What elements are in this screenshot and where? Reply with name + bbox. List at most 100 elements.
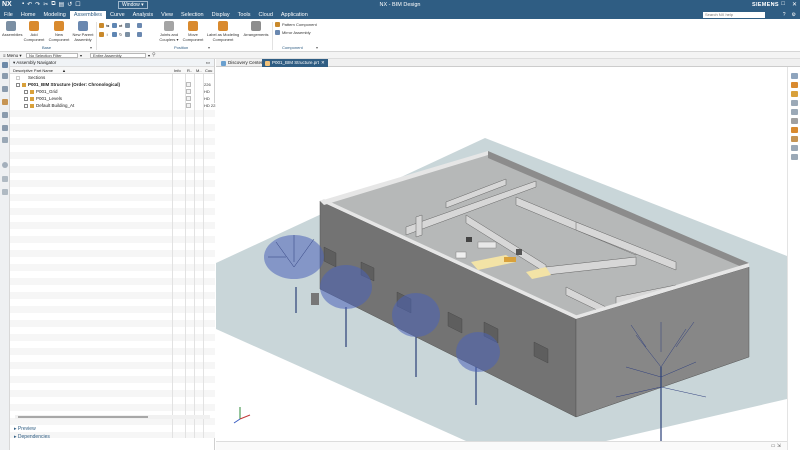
new-parent-assembly-icon: [78, 21, 88, 31]
fit-view-icon[interactable]: [791, 91, 798, 97]
show-hide-icon[interactable]: [791, 127, 798, 133]
menu-assemblies[interactable]: Assemblies: [69, 11, 106, 19]
reference-set-icon: [186, 103, 191, 108]
tab-part-label: P001_BIM Structure.prt: [272, 60, 320, 65]
help-icon[interactable]: ?: [783, 11, 786, 19]
close-icon[interactable]: ✕: [792, 1, 797, 8]
menu-file[interactable]: File: [0, 11, 17, 19]
tab-discovery-center[interactable]: Discovery Center: [218, 59, 266, 67]
clipping-icon[interactable]: [791, 109, 798, 115]
show-icon: [112, 32, 117, 37]
dependencies-panel-toggle[interactable]: ▸ Dependencies: [14, 434, 50, 440]
settings-tab-icon[interactable]: [2, 189, 8, 195]
layer-icon[interactable]: [791, 118, 798, 124]
scope-dropdown-arrow-icon[interactable]: ▾: [148, 53, 150, 58]
position-expand-icon[interactable]: ▾: [208, 45, 210, 50]
minimize-icon[interactable]: –: [771, 1, 774, 8]
list-component-button[interactable]: [137, 32, 142, 37]
ribbon-separator: [272, 22, 273, 50]
assembly-navigator-tab-icon[interactable]: [2, 62, 8, 68]
pattern-component-button[interactable]: Pattern Component: [275, 22, 317, 27]
tree-row[interactable]: Default Building_At HD 221: [10, 102, 218, 109]
tools-tab-icon[interactable]: [2, 176, 8, 182]
visibility-checkbox[interactable]: [24, 89, 28, 94]
measure-icon[interactable]: [791, 145, 798, 151]
assemblies-button[interactable]: Assemblies: [2, 21, 22, 37]
settings-icon[interactable]: ⚙: [792, 11, 796, 19]
sort-icon[interactable]: ▲: [62, 67, 66, 74]
move-component-icon: [188, 21, 198, 31]
filter-dropdown-arrow-icon[interactable]: ▾: [80, 53, 82, 58]
menu-right-icons: ? ⚙: [783, 11, 796, 19]
base-expand-icon[interactable]: ▾: [90, 45, 92, 50]
tree-row[interactable]: P001_Grid HD: [10, 88, 214, 95]
tree-row-name: P001_Levels: [36, 96, 63, 101]
mirror-assembly-button[interactable]: Mirror Assembly: [275, 30, 311, 35]
tree-row[interactable]: P001_BIM Structure (Order: Chronological…: [10, 81, 214, 88]
copy-component-button[interactable]: [125, 32, 130, 37]
menu-display[interactable]: Display: [208, 11, 234, 19]
view-triad[interactable]: [233, 407, 251, 424]
annotation-icon[interactable]: [791, 154, 798, 160]
navigator-pin-icon[interactable]: ▭: [206, 59, 210, 67]
column-count[interactable]: Cou: [205, 67, 212, 74]
menu-curve[interactable]: Curve: [106, 11, 129, 19]
joints-couplers-button[interactable]: Joints and Couplers ▾: [158, 21, 180, 42]
menu-selection[interactable]: Selection: [177, 11, 208, 19]
menu-view[interactable]: View: [157, 11, 177, 19]
snap-icon[interactable]: ⚲: [152, 52, 156, 58]
selection-filter-dropdown[interactable]: No Selection Filter: [26, 53, 78, 58]
scope-dropdown[interactable]: Entire Assembly: [90, 53, 146, 58]
maximize-icon[interactable]: □: [781, 1, 785, 8]
zoom-component-button[interactable]: [137, 23, 142, 28]
render-style-icon[interactable]: [791, 82, 798, 88]
label-modeling-component-button[interactable]: Label as Modeling Component: [206, 21, 240, 42]
reuse-library-tab-icon[interactable]: [2, 99, 8, 105]
column-info[interactable]: Info: [174, 67, 181, 74]
add-component-button[interactable]: Add Component: [22, 21, 46, 42]
view-orient-icon[interactable]: [791, 73, 798, 79]
constraint-button[interactable]: ↕: [99, 32, 108, 37]
replace-component-button[interactable]: ⇆: [99, 23, 109, 28]
show-product-button[interactable]: ↻: [112, 32, 122, 37]
column-name[interactable]: Descriptive Part Name: [13, 67, 53, 74]
constraint-navigator-tab-icon[interactable]: [2, 73, 8, 79]
tab-close-icon[interactable]: ✕: [321, 59, 325, 67]
menu-modeling[interactable]: Modeling: [40, 11, 70, 19]
move-component-button[interactable]: Move Component: [182, 21, 204, 42]
column-m[interactable]: M..: [196, 67, 202, 74]
visibility-checkbox[interactable]: [24, 96, 28, 101]
graphics-window[interactable]: [216, 67, 787, 441]
visibility-checkbox[interactable]: [24, 103, 28, 108]
arrangements-button[interactable]: Arrangements: [242, 21, 270, 37]
pattern-component-icon: [275, 22, 280, 27]
cut-component-button[interactable]: [125, 23, 130, 28]
new-component-button[interactable]: New Component: [47, 21, 71, 42]
scope-value: Entire Assembly: [93, 53, 122, 58]
wave-button[interactable]: ⇄: [112, 23, 122, 28]
menu-cloud[interactable]: Cloud: [255, 11, 277, 19]
column-r[interactable]: R..: [187, 67, 192, 74]
navigator-horizontal-scrollbar[interactable]: [15, 415, 210, 419]
menu-application[interactable]: Application: [277, 11, 312, 19]
menu-home[interactable]: Home: [17, 11, 40, 19]
menu-analysis[interactable]: Analysis: [129, 11, 157, 19]
search-input[interactable]: Search NX help: [703, 12, 765, 18]
tree-row[interactable]: P001_Levels HD: [10, 95, 214, 102]
visibility-checkbox[interactable]: [16, 82, 20, 87]
role-tab-icon[interactable]: [2, 125, 8, 131]
component-expand-icon[interactable]: ▾: [316, 45, 318, 50]
scrollbar-thumb[interactable]: [18, 416, 148, 418]
tab-part-file[interactable]: P001_BIM Structure.prt ✕: [262, 59, 328, 67]
section-view-icon[interactable]: [791, 100, 798, 106]
part-navigator-tab-icon[interactable]: [2, 86, 8, 92]
menu-tools[interactable]: Tools: [234, 11, 255, 19]
tree-row[interactable]: Sections: [10, 74, 214, 81]
material-icon[interactable]: [791, 136, 798, 142]
process-studio-tab-icon[interactable]: [2, 162, 8, 168]
web-browser-tab-icon[interactable]: [2, 137, 8, 143]
preview-panel-toggle[interactable]: ▸ Preview: [14, 426, 36, 432]
history-tab-icon[interactable]: [2, 112, 8, 118]
new-parent-assembly-button[interactable]: New Parent Assembly: [72, 21, 94, 42]
navigator-menu-icon[interactable]: ▾: [13, 60, 15, 65]
